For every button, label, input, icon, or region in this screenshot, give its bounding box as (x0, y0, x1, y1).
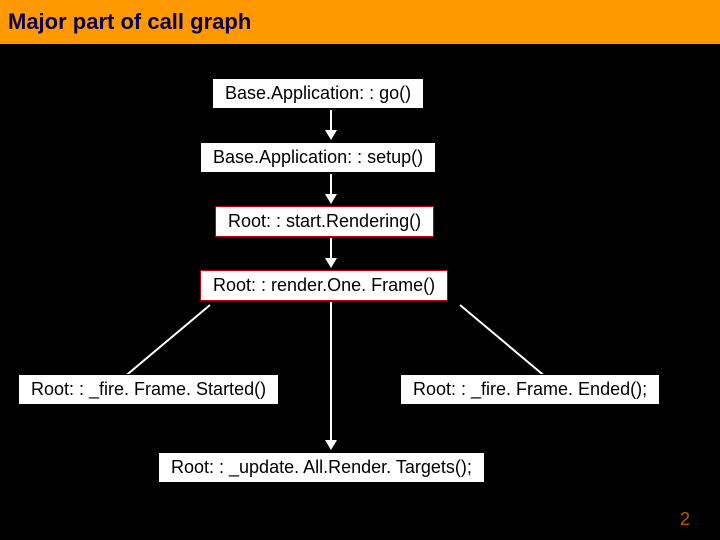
arrow-head-icon (325, 130, 337, 140)
node-root-render-one-frame: Root: : render.One. Frame() (200, 270, 448, 301)
page-title: Major part of call graph (8, 9, 251, 35)
node-base-application-setup: Base.Application: : setup() (200, 142, 436, 173)
arrow-head-icon (325, 194, 337, 204)
node-root-fire-frame-ended: Root: : _fire. Frame. Ended(); (400, 374, 660, 405)
arrow (330, 302, 332, 442)
node-root-fire-frame-started: Root: : _fire. Frame. Started() (18, 374, 279, 405)
arrow (330, 238, 332, 260)
node-root-start-rendering: Root: : start.Rendering() (215, 206, 434, 237)
arrow-head-icon (325, 440, 337, 450)
node-root-update-all-render-targets: Root: : _update. All.Render. Targets(); (158, 452, 485, 483)
arrow (330, 174, 332, 196)
node-base-application-go: Base.Application: : go() (212, 78, 424, 109)
page-number: 2 (680, 509, 690, 530)
arrow (330, 110, 332, 132)
title-bar: Major part of call graph (0, 0, 720, 44)
diagram-canvas: Base.Application: : go() Base.Applicatio… (0, 44, 720, 540)
arrow-head-icon (325, 258, 337, 268)
